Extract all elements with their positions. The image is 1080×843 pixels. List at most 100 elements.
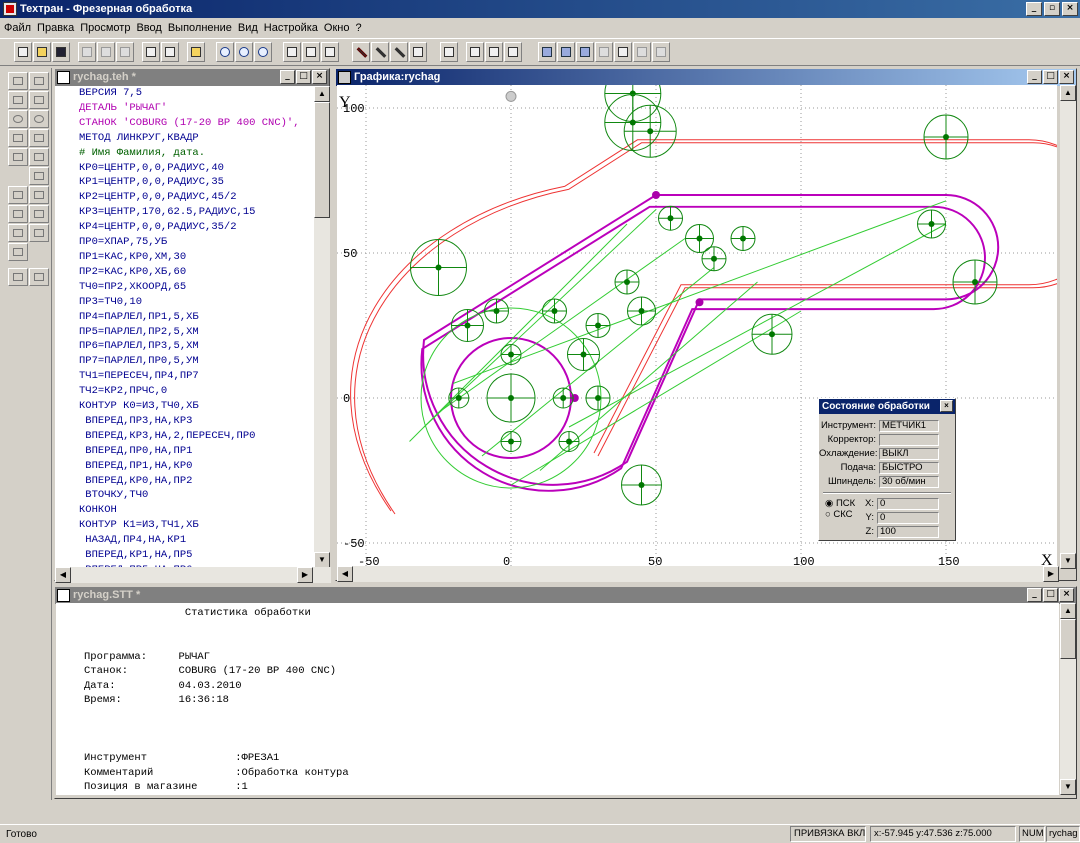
- code-line[interactable]: ВТОЧКУ,ТЧ0: [79, 488, 315, 503]
- new-file-icon[interactable]: [14, 42, 32, 62]
- grid-icon[interactable]: [409, 42, 427, 62]
- graphics-scroll-right-icon[interactable]: ▶: [1043, 566, 1059, 582]
- menu-help[interactable]: ?: [355, 22, 361, 34]
- code-line[interactable]: КОНТУР К0=ИЗ,ТЧ0,ХБ: [79, 399, 315, 414]
- concentric-circle-icon[interactable]: [29, 110, 49, 128]
- help-pointer-icon[interactable]: [161, 42, 179, 62]
- code-line[interactable]: ПР6=ПАРЛЕЛ,ПР3,5,ХМ: [79, 339, 315, 354]
- menu-window[interactable]: Окно: [324, 22, 350, 34]
- draw-trace-icon[interactable]: [390, 42, 408, 62]
- scroll-up-icon[interactable]: ▲: [314, 86, 330, 102]
- statistics-titlebar[interactable]: rychag.STT * _ □ ×: [55, 587, 1076, 604]
- stats-maximize-button[interactable]: □: [1043, 588, 1058, 602]
- code-line[interactable]: ВПЕРЕД,ПР0,НА,ПР1: [79, 444, 315, 459]
- menu-view-preview[interactable]: Просмотр: [80, 22, 130, 34]
- stats-vscrollbar[interactable]: ▲ ▼: [1060, 603, 1076, 795]
- rectangle-fill-icon[interactable]: [29, 129, 49, 147]
- graphics-scroll-up-icon[interactable]: ▲: [1060, 85, 1076, 101]
- copy-icon[interactable]: [97, 42, 115, 62]
- minimize-button[interactable]: _: [1026, 2, 1042, 16]
- print-icon[interactable]: [142, 42, 160, 62]
- point-tool-icon[interactable]: [8, 72, 28, 90]
- code-line[interactable]: ПР0=ХПАР,75,УБ: [79, 235, 315, 250]
- code-line[interactable]: КР3=ЦЕНТР,170,62.5,РАДИУС,15: [79, 205, 315, 220]
- scroll-right-icon[interactable]: ▶: [297, 567, 313, 583]
- rectangle-tool-icon[interactable]: [8, 129, 28, 147]
- stop-icon[interactable]: [633, 42, 651, 62]
- editor-minimize-button[interactable]: _: [280, 70, 295, 84]
- cut-icon[interactable]: [78, 42, 96, 62]
- undo-icon[interactable]: [8, 268, 28, 286]
- graphics-vscrollbar[interactable]: ▲ ▼: [1060, 85, 1076, 569]
- pocket-tool-icon[interactable]: [29, 224, 49, 242]
- code-line[interactable]: КР4=ЦЕНТР,0,0,РАДИУС,35/2: [79, 220, 315, 235]
- view-iso-icon[interactable]: [283, 42, 301, 62]
- view-front-icon[interactable]: [302, 42, 320, 62]
- snap-icon[interactable]: [29, 167, 49, 185]
- breakpoint-icon[interactable]: [614, 42, 632, 62]
- editor-hscrollbar[interactable]: ◀ ▶: [55, 567, 331, 583]
- state-panel-close-button[interactable]: ×: [940, 400, 953, 412]
- view-side-icon[interactable]: [321, 42, 339, 62]
- menu-execute[interactable]: Выполнение: [168, 22, 232, 34]
- properties-icon[interactable]: [187, 42, 205, 62]
- menu-view[interactable]: Вид: [238, 22, 258, 34]
- statistics-text[interactable]: Статистика обработки Программа: РЫЧАГ Ста…: [56, 603, 1059, 795]
- menu-input[interactable]: Ввод: [136, 22, 161, 34]
- table-edit-icon[interactable]: [29, 186, 49, 204]
- editor-scroll-thumb[interactable]: [314, 102, 330, 218]
- points-grid-icon[interactable]: [29, 72, 49, 90]
- graphics-close-button[interactable]: ×: [1059, 70, 1074, 84]
- restore-button[interactable]: ▫: [1044, 2, 1060, 16]
- tool-sim-icon[interactable]: [504, 42, 522, 62]
- triangle-tool-icon[interactable]: [8, 148, 28, 166]
- code-line[interactable]: ТЧ0=ПР2,ХКООРД,65: [79, 280, 315, 295]
- code-line[interactable]: КОНКОН: [79, 503, 315, 518]
- stats-scroll-down-icon[interactable]: ▼: [1060, 779, 1076, 795]
- line-tool-icon[interactable]: [8, 91, 28, 109]
- editor-titlebar[interactable]: rychag.teh * _ □ ×: [55, 69, 329, 86]
- parallel-lines-icon[interactable]: [29, 91, 49, 109]
- reset-icon[interactable]: [652, 42, 670, 62]
- code-line[interactable]: ВПЕРЕД,КР3,НА,2,ПЕРЕСЕЧ,ПР0: [79, 429, 315, 444]
- contour-tool-icon[interactable]: [29, 148, 49, 166]
- draw-line-icon[interactable]: [371, 42, 389, 62]
- code-line[interactable]: КР2=ЦЕНТР,0,0,РАДИУС,45/2: [79, 190, 315, 205]
- code-line[interactable]: ПР5=ПАРЛЕЛ,ПР2,5,ХМ: [79, 325, 315, 340]
- code-line[interactable]: НАЗАД,ПР4,НА,КР1: [79, 533, 315, 548]
- stats-close-button[interactable]: ×: [1059, 588, 1074, 602]
- code-line[interactable]: КР0=ЦЕНТР,0,0,РАДИУС,40: [79, 161, 315, 176]
- stats-minimize-button[interactable]: _: [1027, 588, 1042, 602]
- graphics-maximize-button[interactable]: □: [1043, 70, 1058, 84]
- tap-tool-icon[interactable]: [29, 205, 49, 223]
- zoom-in-icon[interactable]: [216, 42, 234, 62]
- graphics-scroll-down-icon[interactable]: ▼: [1060, 553, 1076, 569]
- menu-settings[interactable]: Настройка: [264, 22, 318, 34]
- step-icon[interactable]: [557, 42, 575, 62]
- code-line[interactable]: # Имя Фамилия, дата.: [79, 146, 315, 161]
- drill-tool-icon[interactable]: [8, 205, 28, 223]
- radio-sks[interactable]: ○ СКС: [825, 509, 853, 520]
- graphics-titlebar[interactable]: Графика:rychag _ □ ×: [336, 69, 1076, 86]
- stats-scroll-thumb[interactable]: [1060, 619, 1076, 659]
- editor-maximize-button[interactable]: □: [296, 70, 311, 84]
- code-editor[interactable]: ВЕРСИЯ 7,5 ДЕТАЛЬ 'РЫЧАГ' СТАНОК 'COBURG (…: [55, 86, 315, 568]
- menu-edit[interactable]: Правка: [37, 22, 74, 34]
- code-line[interactable]: СТАНОК 'COBURG (17-20 BP 400 CNC)',: [79, 116, 315, 131]
- zoom-out-icon[interactable]: [235, 42, 253, 62]
- scroll-left-icon[interactable]: ◀: [55, 567, 71, 583]
- graphics-minimize-button[interactable]: _: [1027, 70, 1042, 84]
- code-line[interactable]: ПР1=КАС,КР0,ХМ,30: [79, 250, 315, 265]
- circle-tool-icon[interactable]: [8, 110, 28, 128]
- code-line[interactable]: ВЕРСИЯ 7,5: [79, 86, 315, 101]
- redo-icon[interactable]: [29, 268, 49, 286]
- table-tool-icon[interactable]: [8, 186, 28, 204]
- code-line[interactable]: ДЕТАЛЬ 'РЫЧАГ': [79, 101, 315, 116]
- code-line[interactable]: ВПЕРЕД,ПР3,НА,КР3: [79, 414, 315, 429]
- open-file-icon[interactable]: [33, 42, 51, 62]
- code-line[interactable]: ТЧ1=ПЕРЕСЕЧ,ПР4,ПР7: [79, 369, 315, 384]
- code-line[interactable]: КОНТУР К1=ИЗ,ТЧ1,ХБ: [79, 518, 315, 533]
- state-panel-title[interactable]: Состояние обработки ×: [819, 399, 955, 414]
- tool-table-icon[interactable]: [485, 42, 503, 62]
- code-line[interactable]: ПР7=ПАРЛЕЛ,ПР0,5,УМ: [79, 354, 315, 369]
